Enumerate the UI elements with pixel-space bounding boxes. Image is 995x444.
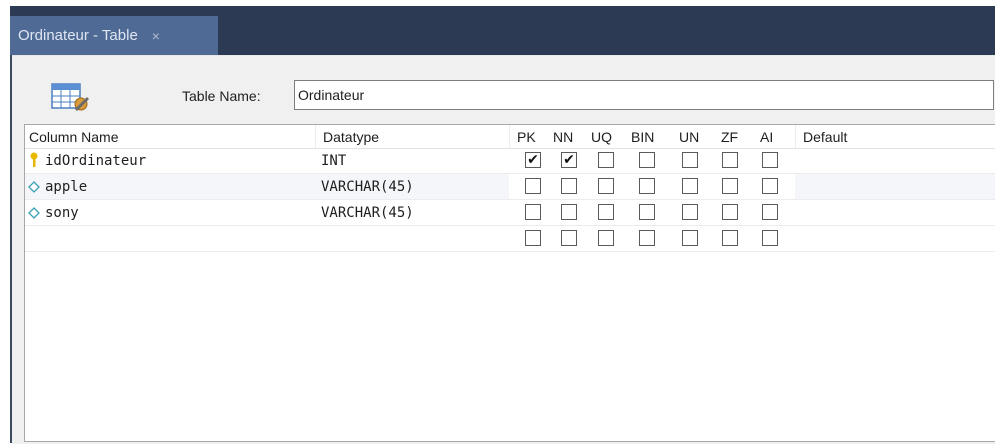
header-column-name[interactable]: Column Name (29, 129, 118, 145)
table-row[interactable]: idOrdinateur INT ✔ ✔ (25, 148, 995, 174)
header-pk[interactable]: PK (517, 129, 536, 145)
nn-checkbox[interactable] (561, 230, 577, 246)
ai-checkbox[interactable] (762, 230, 778, 246)
header-divider (795, 125, 796, 148)
ai-checkbox[interactable] (762, 204, 778, 220)
default-cell[interactable] (795, 174, 995, 199)
table-row-new[interactable] (25, 226, 995, 252)
un-checkbox[interactable] (682, 152, 698, 168)
header-nn[interactable]: NN (553, 129, 573, 145)
default-cell[interactable] (795, 148, 995, 173)
uq-checkbox[interactable] (598, 152, 614, 168)
row-name-area (25, 200, 509, 225)
bin-checkbox[interactable] (639, 230, 655, 246)
pk-checkbox[interactable]: ✔ (525, 152, 541, 168)
default-cell[interactable] (795, 200, 995, 225)
header-bin[interactable]: BIN (631, 129, 654, 145)
un-checkbox[interactable] (682, 230, 698, 246)
row-name-area (25, 226, 509, 251)
close-icon[interactable]: × (152, 28, 160, 44)
table-name-label: Table Name: (182, 88, 261, 104)
pk-checkbox[interactable] (525, 230, 541, 246)
zf-checkbox[interactable] (722, 204, 738, 220)
column-diamond-icon (28, 181, 40, 193)
column-name-cell[interactable]: sony (45, 205, 79, 221)
uq-checkbox[interactable] (598, 230, 614, 246)
bin-checkbox[interactable] (639, 178, 655, 194)
zf-checkbox[interactable] (722, 178, 738, 194)
datatype-cell[interactable]: INT (321, 153, 346, 169)
header-divider (509, 125, 510, 148)
table-edit-icon (51, 83, 90, 112)
row-name-area (25, 174, 509, 199)
columns-grid-header: Column Name Datatype PK NN UQ BIN UN ZF … (25, 125, 995, 149)
header-zf[interactable]: ZF (721, 129, 738, 145)
table-name-input[interactable] (294, 80, 994, 110)
un-checkbox[interactable] (682, 204, 698, 220)
uq-checkbox[interactable] (598, 178, 614, 194)
datatype-cell[interactable]: VARCHAR(45) (321, 205, 414, 221)
window-left-edge (0, 6, 12, 443)
nn-checkbox[interactable] (561, 204, 577, 220)
datatype-cell[interactable]: VARCHAR(45) (321, 179, 414, 195)
table-row[interactable]: apple VARCHAR(45) (25, 174, 995, 200)
column-name-cell[interactable]: apple (45, 179, 87, 195)
bin-checkbox[interactable] (639, 204, 655, 220)
ai-checkbox[interactable] (762, 152, 778, 168)
column-diamond-icon (28, 207, 40, 219)
header-divider (315, 125, 316, 148)
uq-checkbox[interactable] (598, 204, 614, 220)
pk-checkbox[interactable] (525, 204, 541, 220)
primary-key-icon (30, 152, 38, 167)
tab-title: Ordinateur - Table (18, 27, 138, 44)
header-un[interactable]: UN (679, 129, 699, 145)
tab-ordinateur-table[interactable]: Ordinateur - Table × (10, 16, 218, 55)
editor-tab-bar: Ordinateur - Table × (10, 6, 995, 55)
zf-checkbox[interactable] (722, 230, 738, 246)
ai-checkbox[interactable] (762, 178, 778, 194)
pk-checkbox[interactable] (525, 178, 541, 194)
nn-checkbox[interactable]: ✔ (561, 152, 577, 168)
table-row[interactable]: sony VARCHAR(45) (25, 200, 995, 226)
un-checkbox[interactable] (682, 178, 698, 194)
zf-checkbox[interactable] (722, 152, 738, 168)
header-ai[interactable]: AI (760, 129, 773, 145)
header-datatype[interactable]: Datatype (323, 129, 379, 145)
default-cell[interactable] (795, 226, 995, 251)
nn-checkbox[interactable] (561, 178, 577, 194)
header-default[interactable]: Default (803, 129, 847, 145)
table-editor-panel: Table Name: Column Name Datatype PK NN U… (12, 55, 995, 444)
header-uq[interactable]: UQ (591, 129, 612, 145)
column-name-cell[interactable]: idOrdinateur (45, 153, 146, 169)
bin-checkbox[interactable] (639, 152, 655, 168)
columns-grid: Column Name Datatype PK NN UQ BIN UN ZF … (24, 124, 995, 442)
